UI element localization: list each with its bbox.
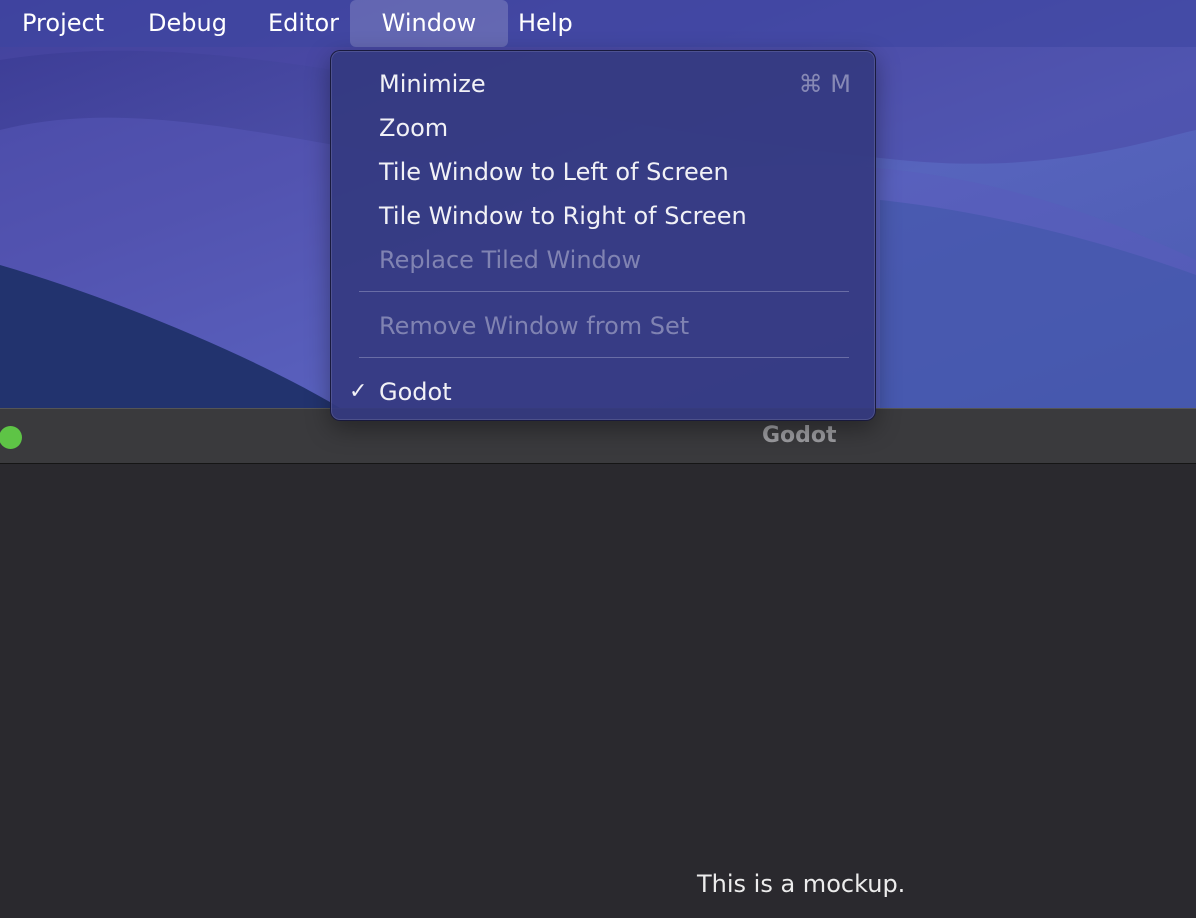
menu-item-tile-left[interactable]: Tile Window to Left of Screen xyxy=(331,150,877,194)
menu-help[interactable]: Help xyxy=(518,0,573,47)
command-key-icon: ⌘ M xyxy=(798,70,851,98)
menu-item-replace-tiled: Replace Tiled Window xyxy=(331,238,877,282)
menu-item-minimize[interactable]: Minimize ⌘ M xyxy=(331,62,877,106)
menu-item-tile-right[interactable]: Tile Window to Right of Screen xyxy=(331,194,877,238)
menu-item-label: Remove Window from Set xyxy=(379,312,690,340)
godot-window: Godot This is a mockup. xyxy=(0,408,1196,918)
menu-item-label: Zoom xyxy=(379,114,449,142)
menu-separator xyxy=(359,291,849,292)
mockup-note: This is a mockup. xyxy=(697,870,906,898)
menu-separator xyxy=(359,357,849,358)
menu-item-label: Godot xyxy=(379,378,452,406)
menu-item-remove-from-set: Remove Window from Set xyxy=(331,304,877,348)
menu-debug[interactable]: Debug xyxy=(148,0,227,47)
menu-item-label: Minimize xyxy=(379,70,486,98)
window-menu-dropdown: Minimize ⌘ M Zoom Tile Window to Left of… xyxy=(330,50,876,421)
checkmark-icon: ✓ xyxy=(349,379,368,404)
menu-item-label: Replace Tiled Window xyxy=(379,246,642,274)
menu-project[interactable]: Project xyxy=(22,0,104,47)
zoom-button[interactable] xyxy=(0,426,22,449)
menu-item-godot[interactable]: ✓ Godot xyxy=(331,370,877,414)
menu-window[interactable]: Window xyxy=(350,0,508,47)
menu-item-label: Tile Window to Left of Screen xyxy=(379,158,729,186)
menu-editor[interactable]: Editor xyxy=(268,0,339,47)
menu-bar: Project Debug Editor Window Help xyxy=(0,0,1196,47)
menu-item-label: Tile Window to Right of Screen xyxy=(379,202,747,230)
menu-item-zoom[interactable]: Zoom xyxy=(331,106,877,150)
